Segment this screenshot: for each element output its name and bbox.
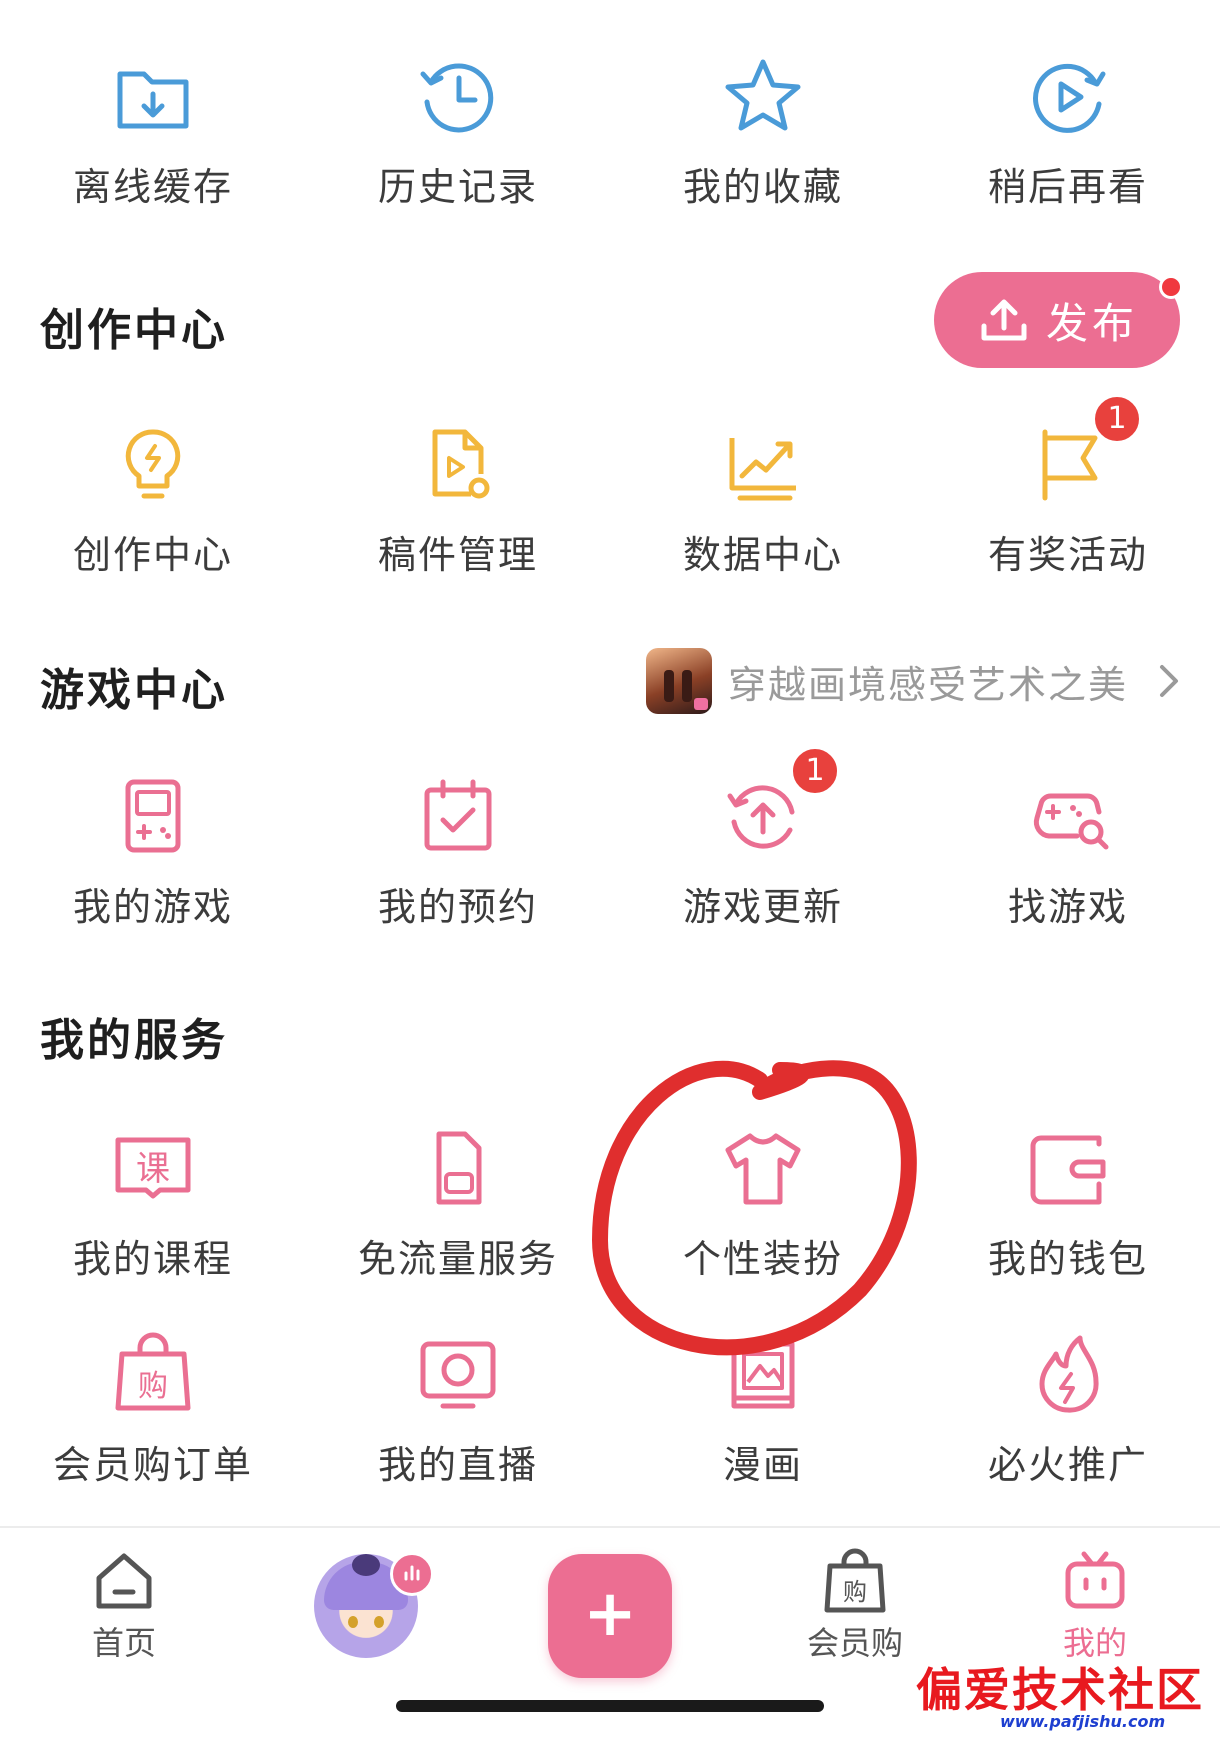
publish-button[interactable]: 发布 (934, 272, 1180, 368)
watermark-text: 偏爱技术社区 (916, 1663, 1204, 1717)
live-signal-icon (390, 1552, 434, 1596)
offline-cache-entry[interactable]: 离线缓存 (13, 52, 293, 210)
chevron-right-icon (1160, 665, 1179, 697)
history-entry[interactable]: 历史记录 (318, 52, 598, 210)
tab-member-mall[interactable]: 购 会员购 (790, 1546, 920, 1664)
publish-notification-dot (1159, 275, 1183, 299)
data-center-label: 数据中心 (682, 533, 843, 577)
shopping-bag-icon: 购 (115, 1332, 191, 1411)
manuscript-entry[interactable]: 稿件管理 (318, 420, 598, 578)
my-live-label: 我的直播 (377, 1443, 538, 1487)
offline-cache-label: 离线缓存 (72, 165, 233, 209)
my-wallet-label: 我的钱包 (987, 1237, 1148, 1281)
my-live-entry[interactable]: 我的直播 (318, 1330, 598, 1488)
publish-label: 发布 (1045, 298, 1138, 348)
personal-dressup-entry[interactable]: 个性装扮 (623, 1124, 903, 1282)
live-tv-icon (420, 1341, 496, 1409)
my-reservations-label: 我的预约 (377, 885, 538, 929)
calendar-check-icon (424, 779, 492, 851)
tab-member-mall-label: 会员购 (806, 1624, 903, 1662)
my-games-entry[interactable]: 我的游戏 (13, 772, 293, 930)
personal-dressup-label: 个性装扮 (682, 1237, 843, 1281)
creation-center-label: 创作中心 (72, 533, 233, 577)
gameboy-icon (125, 779, 181, 853)
history-clock-icon (420, 63, 494, 133)
game-center-title: 游戏中心 (40, 665, 228, 716)
upload-icon (981, 299, 1027, 341)
game-updates-label: 游戏更新 (682, 885, 843, 929)
watch-later-entry[interactable]: 稍后再看 (928, 52, 1208, 210)
member-orders-label: 会员购订单 (52, 1443, 253, 1487)
play-later-icon (1033, 63, 1106, 133)
free-data-label: 免流量服务 (357, 1237, 558, 1281)
create-plus-button[interactable]: + (548, 1554, 672, 1678)
game-updates-entry[interactable]: 游戏更新 (623, 772, 903, 930)
rewards-event-entry[interactable]: 有奖活动 (928, 420, 1208, 578)
game-promo-thumbnail (646, 648, 712, 714)
download-folder-icon (117, 71, 189, 129)
game-updates-badge: 1 (790, 746, 840, 796)
tab-home[interactable]: 首页 (64, 1546, 184, 1664)
comic-book-icon (731, 1341, 795, 1409)
my-services-title: 我的服务 (40, 1015, 228, 1066)
mall-bag-icon: 购 (824, 1548, 886, 1613)
comics-entry[interactable]: 漫画 (623, 1330, 903, 1488)
comics-label: 漫画 (722, 1443, 803, 1487)
lightbulb-icon (125, 429, 181, 499)
my-courses-entry[interactable]: 课 我的课程 (13, 1124, 293, 1282)
bilibili-tv-icon (1065, 1551, 1125, 1609)
watermark-url: www.pafjishu.com (1000, 1712, 1166, 1731)
create-plus-glyph: + (583, 1577, 637, 1651)
rewards-event-label: 有奖活动 (987, 533, 1148, 577)
creation-center-entry[interactable]: 创作中心 (13, 420, 293, 578)
avatar-eye (348, 1616, 358, 1628)
home-icon (96, 1553, 152, 1609)
course-book-glyph: 课 (136, 1149, 170, 1189)
member-orders-entry[interactable]: 购 会员购订单 (13, 1330, 293, 1488)
history-label: 历史记录 (377, 165, 538, 209)
fire-icon (1039, 1335, 1099, 1413)
gamepad-search-icon (1033, 793, 1109, 850)
my-wallet-entry[interactable]: 我的钱包 (928, 1124, 1208, 1282)
sim-card-icon (436, 1131, 482, 1205)
find-games-label: 找游戏 (1007, 885, 1128, 929)
tshirt-icon (725, 1133, 801, 1205)
shopping-bag-glyph: 购 (138, 1369, 168, 1404)
favorites-entry[interactable]: 我的收藏 (623, 52, 903, 210)
my-reservations-entry[interactable]: 我的预约 (318, 772, 598, 930)
my-courses-label: 我的课程 (72, 1237, 233, 1281)
avatar-eye (374, 1616, 384, 1628)
watch-later-label: 稍后再看 (987, 165, 1148, 209)
favorites-label: 我的收藏 (682, 165, 843, 209)
wallet-icon (1030, 1135, 1106, 1205)
tab-home-label: 首页 (91, 1624, 156, 1662)
my-games-label: 我的游戏 (72, 885, 233, 929)
home-indicator (396, 1700, 824, 1712)
game-promo-text: 穿越画境感受艺术之美 (728, 662, 1129, 707)
find-games-entry[interactable]: 找游戏 (928, 772, 1208, 930)
creation-center-title: 创作中心 (40, 305, 228, 356)
free-data-entry[interactable]: 免流量服务 (318, 1124, 598, 1282)
mall-bag-glyph: 购 (843, 1578, 867, 1606)
manuscript-label: 稿件管理 (377, 533, 538, 577)
avatar-hat-ornament (352, 1554, 380, 1576)
rewards-event-badge: 1 (1092, 394, 1142, 444)
course-book-icon: 课 (115, 1137, 191, 1199)
promotion-label: 必火推广 (987, 1443, 1148, 1487)
chart-icon (729, 438, 796, 501)
tab-mine[interactable]: 我的 (1040, 1546, 1150, 1664)
game-promo-link[interactable]: 穿越画境感受艺术之美 (646, 646, 1188, 716)
star-icon (725, 59, 801, 131)
data-center-entry[interactable]: 数据中心 (623, 420, 903, 578)
promotion-entry[interactable]: 必火推广 (928, 1330, 1208, 1488)
manuscript-icon (432, 429, 490, 499)
